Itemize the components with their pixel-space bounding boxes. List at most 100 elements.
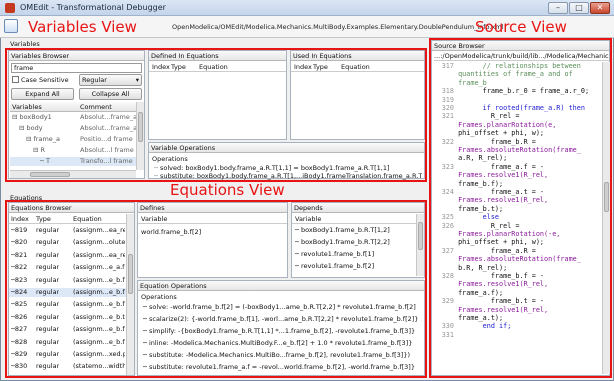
variable-column-header[interactable]: Variable	[141, 214, 167, 224]
line-number: 328	[441, 272, 454, 280]
source-vertical-scrollbar[interactable]	[602, 62, 610, 374]
type-column-header[interactable]: Type	[171, 62, 186, 72]
omedit-app-icon	[5, 3, 15, 13]
operations-header: Operations	[141, 293, 177, 301]
depends-variable-item[interactable]: ─ revolute1.frame_b.f[2]	[292, 262, 416, 271]
line-number: 318	[441, 87, 454, 96]
defined-in-table-header: Index Type Equation	[149, 62, 286, 72]
type-column-header[interactable]: Type	[36, 214, 51, 224]
collapse-all-button[interactable]: Collapse All	[79, 88, 142, 100]
variable-tree-row[interactable]: ⊟ R Absolut...l frame	[10, 146, 136, 155]
equation-row[interactable]: ─825 regular (assignm...e_b.f[1]	[9, 300, 126, 309]
equation-type: regular	[36, 337, 60, 346]
refresh-icon[interactable]	[4, 19, 18, 33]
depends-variable-item[interactable]: ─ boxBody1.frame_b.R.T[1,2]	[292, 226, 416, 235]
case-sensitive-checkbox[interactable]	[12, 76, 19, 83]
scroll-thumb[interactable]	[418, 222, 423, 250]
variable-name: ⊟ R	[33, 146, 46, 154]
equation-index: ─830	[11, 362, 28, 371]
regex-dropdown[interactable]: Regular Expression ▾	[79, 74, 142, 95]
depends-variable-item[interactable]: ─ revolute1.frame_b.f[1]	[292, 250, 416, 259]
source-line: Frames.resolve1(R_rel,	[432, 171, 602, 179]
index-column-header[interactable]: Index	[294, 62, 312, 72]
code-text: // relationships between	[454, 62, 581, 70]
equation-row[interactable]: ─821 regular (assignm...ea_rel	[9, 251, 126, 260]
equation-row[interactable]: ─823 regular (assignm...e_b.f[1]	[9, 276, 126, 285]
operation-item[interactable]: ─ inline: -Modelica.Mechanics.MultiBody.…	[141, 339, 419, 348]
defines-variable-item[interactable]: world.frame_b.f[2]	[141, 228, 201, 236]
variable-name: ⊟ body	[19, 124, 43, 132]
index-column-header[interactable]: Index	[11, 214, 29, 224]
equation-row[interactable]: ─829 regular (assignm...xed.phi0	[9, 350, 126, 359]
line-number: 324	[441, 188, 454, 196]
variable-tree-row[interactable]: ⊟ boxBody1 Absolut...frame_a	[10, 113, 136, 122]
operation-item[interactable]: ─ simplify: -{boxBody1.frame_b.R.T[1,1] …	[141, 327, 419, 336]
operations-header: Operations	[152, 155, 188, 163]
maximize-button[interactable]: □	[569, 2, 589, 14]
source-code-editor[interactable]: 317 // relationships between quantities …	[432, 62, 602, 374]
equations-vertical-scrollbar[interactable]	[126, 214, 134, 375]
operation-item[interactable]: ─ solve: -world.frame_b.f[2] = (-boxBody…	[141, 303, 419, 312]
scroll-thumb[interactable]	[138, 112, 143, 142]
equation-row[interactable]: ─819 regular (assignm...ea_rel	[9, 226, 126, 235]
variables-vertical-scrollbar[interactable]	[136, 102, 144, 170]
source-line: 317 // relationships between	[432, 62, 602, 70]
variable-tree-row[interactable]: ⊟ body Absolut...frame_a	[10, 124, 136, 133]
source-line: 321 R_rel =	[432, 112, 602, 120]
operation-item[interactable]: ─ substitute: boxBody1.body.frame_a.R.T[…	[154, 172, 422, 180]
variable-column-header[interactable]: Variable	[295, 214, 321, 224]
source-line: frame_a.t);	[432, 314, 602, 322]
close-button[interactable]: ✕	[590, 2, 610, 14]
variables-filter-input[interactable]: frame	[11, 63, 142, 73]
equation-row[interactable]: ─826 regular (assignm...e_b.t[2]	[9, 313, 126, 322]
line-number: 322	[441, 137, 454, 146]
scroll-thumb[interactable]	[604, 182, 609, 212]
source-line: frame_b.t);	[432, 205, 602, 213]
depends-vertical-scrollbar[interactable]	[416, 214, 424, 276]
equation-text: (assignm...e_b.f[2]	[73, 288, 125, 296]
expand-all-button[interactable]: Expand All	[11, 88, 74, 100]
source-line: 330 end if;	[432, 322, 602, 330]
equation-column-header[interactable]: Equation	[199, 62, 228, 72]
equation-index: ─826	[11, 312, 28, 321]
equation-text: (assignm...xed.phi0	[73, 350, 125, 358]
equation-row[interactable]: ─824 regular (assignm...e_b.f[2]	[9, 288, 126, 297]
equation-row[interactable]: ─830 regular (statemo...width2s	[9, 362, 126, 371]
variable-tree-row[interactable]: ─ T Transfo...l frame	[10, 157, 136, 166]
line-number: 325	[441, 213, 454, 222]
type-column-header[interactable]: Type	[313, 62, 328, 72]
comment-column-header[interactable]: Comment	[80, 102, 112, 112]
source-line: Frames.planarRotation(-e,	[432, 230, 602, 238]
equation-row[interactable]: ─828 regular (assignm...e_b.f[2]	[9, 338, 126, 347]
equation-type: regular	[36, 362, 60, 371]
variables-horizontal-scrollbar[interactable]	[10, 170, 136, 178]
source-line: Frames.absoluteRotation(frame_	[432, 255, 602, 263]
variables-column-header[interactable]: Variables	[12, 102, 42, 112]
scroll-thumb[interactable]	[128, 254, 133, 294]
equation-index: ─824	[11, 288, 28, 296]
minimize-button[interactable]: –	[548, 2, 568, 14]
operation-text: substitute: boxBody1.body.frame_a.R.T[1,…	[159, 172, 422, 180]
equation-row[interactable]: ─820 regular (assignm...olute2.a	[9, 238, 126, 247]
operation-item[interactable]: ─ solved: boxBody1.body.frame_a.R.T[1,1]…	[154, 164, 422, 172]
equation-type: regular	[36, 238, 60, 247]
equation-row[interactable]: ─827 regular (assignm...e_b.f[2]	[9, 325, 126, 334]
equation-type: regular	[36, 325, 60, 334]
source-browser-panel: Source Browser ...:/OpenModelica/trunk/b…	[431, 40, 610, 376]
operation-item[interactable]: ─ scalarize(2): {-world.frame_b.f[1], -w…	[141, 315, 419, 324]
code-text: frame_b.t = -	[454, 297, 545, 306]
line-number: 326	[441, 221, 454, 230]
scroll-thumb[interactable]	[30, 172, 70, 177]
code-text: frame_b.f);	[454, 179, 504, 188]
code-text: Frames.planarRotation(-e,	[454, 230, 561, 238]
defined-in-equations-panel: Defined In Equations Index Type Equation	[148, 50, 287, 140]
equation-column-header[interactable]: Equation	[73, 214, 102, 224]
operation-item[interactable]: ─ substitute: revolute1.frame_a.f = -rev…	[141, 363, 419, 372]
equation-column-header[interactable]: Equation	[341, 62, 370, 72]
operation-item[interactable]: ─ substitute: -Modelica.Mechanics.MultiB…	[141, 351, 419, 360]
variable-tree-row[interactable]: ⊟ frame_a Positio...d frame	[10, 135, 136, 144]
depends-variable-item[interactable]: ─ boxBody1.frame_b.R.T[2,2]	[292, 238, 416, 247]
equation-index: ─827	[11, 325, 28, 334]
equation-row[interactable]: ─822 regular (assignm...e_a.f[2]	[9, 263, 126, 272]
index-column-header[interactable]: Index	[152, 62, 170, 72]
